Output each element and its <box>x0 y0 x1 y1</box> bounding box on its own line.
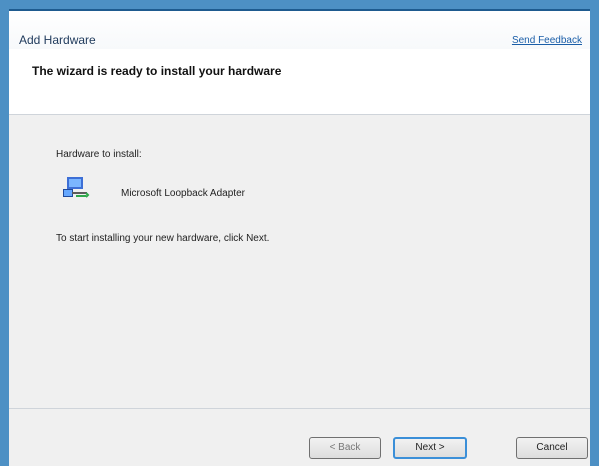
install-instruction: To start installing your new hardware, c… <box>56 233 270 244</box>
next-button[interactable]: Next > <box>393 437 467 459</box>
cancel-button[interactable]: Cancel <box>516 437 588 459</box>
back-button[interactable]: < Back <box>309 437 381 459</box>
network-adapter-icon <box>62 175 92 203</box>
window-title: Add Hardware <box>19 33 96 47</box>
hardware-to-install-label: Hardware to install: <box>56 149 142 160</box>
title-bar: Add Hardware Send Feedback <box>9 9 590 49</box>
send-feedback-link[interactable]: Send Feedback <box>512 35 582 46</box>
wizard-footer: < Back Next > Cancel <box>9 409 590 466</box>
wizard-header: The wizard is ready to install your hard… <box>9 49 590 115</box>
device-name: Microsoft Loopback Adapter <box>121 188 245 199</box>
wizard-content: Hardware to install: Microsoft Loopback … <box>9 115 590 408</box>
wizard-window: Add Hardware Send Feedback The wizard is… <box>0 0 599 466</box>
page-title: The wizard is ready to install your hard… <box>32 64 282 78</box>
